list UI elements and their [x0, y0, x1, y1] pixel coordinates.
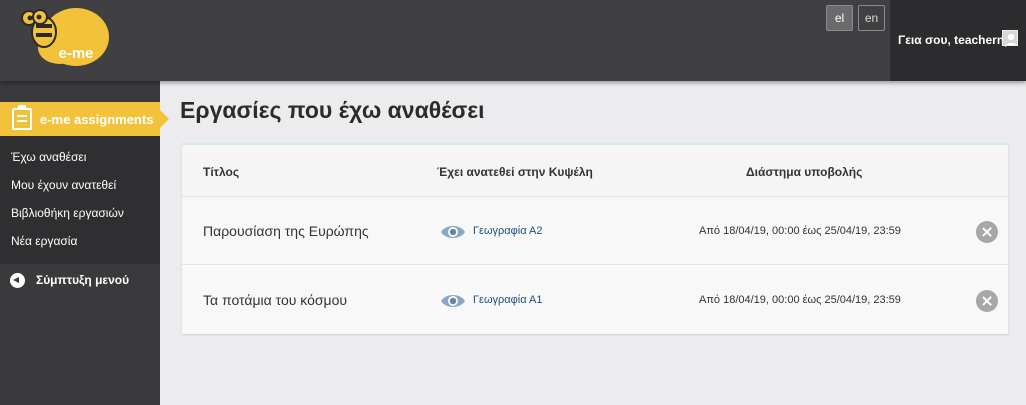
sidebar-item-new-assignment[interactable]: Νέα εργασία: [11, 234, 77, 248]
column-header-title[interactable]: Τίτλος: [203, 165, 239, 179]
collapse-menu-label: Σύμπτυξη μενού: [36, 273, 130, 287]
language-en-button[interactable]: en: [858, 5, 885, 31]
sidebar-item-assigned-by-me[interactable]: Έχω αναθέσει: [11, 150, 86, 164]
assigned-class-link[interactable]: Γεωγραφία Α1: [473, 294, 543, 306]
page-title: Εργασίες που έχω αναθέσει: [180, 97, 485, 123]
user-menu[interactable]: Γεια σου, teachernp: [890, 0, 1026, 81]
avatar[interactable]: [1002, 30, 1018, 46]
user-icon: [1005, 33, 1017, 45]
eye-icon[interactable]: [440, 224, 466, 240]
assignment-title[interactable]: Παρουσίαση της Ευρώπης: [203, 223, 369, 239]
sidebar-title: e-me assignments: [40, 111, 154, 127]
e-me-logo[interactable]: e-me: [14, 4, 112, 70]
table-row[interactable]: Παρουσίαση της Ευρώπης Γεωγραφία Α2 Από …: [182, 197, 1008, 265]
column-header-period[interactable]: Διάστημα υποβολής: [746, 165, 862, 179]
logo-text: e-me: [58, 45, 93, 62]
submission-period: Από 18/04/19, 00:00 έως 25/04/19, 23:59: [699, 225, 901, 237]
language-el-button[interactable]: el: [826, 5, 853, 31]
sidebar-menu: Έχω αναθέσει Μου έχουν ανατεθεί Βιβλιοθή…: [0, 136, 160, 264]
delete-icon[interactable]: [976, 221, 998, 243]
clipboard-icon: [12, 105, 32, 130]
table-row[interactable]: Τα ποτάμια του κόσμου Γεωγραφία Α1 Από 1…: [182, 266, 1008, 334]
table-header: Τίτλος Έχει ανατεθεί στην Κυψέλη Διάστημ…: [182, 145, 1008, 197]
sidebar-item-assigned-to-me[interactable]: Μου έχουν ανατεθεί: [11, 178, 116, 192]
assignments-table: Τίτλος Έχει ανατεθεί στην Κυψέλη Διάστημ…: [182, 143, 1008, 334]
column-header-class[interactable]: Έχει ανατεθεί στην Κυψέλη: [437, 165, 593, 179]
sidebar-header[interactable]: e-me assignments: [0, 102, 169, 136]
assigned-class-link[interactable]: Γεωγραφία Α2: [473, 225, 543, 237]
submission-period: Από 18/04/19, 00:00 έως 25/04/19, 23:59: [699, 294, 901, 306]
top-bar: e-me el en Γεια σου, teachernp: [0, 0, 1026, 81]
eye-icon[interactable]: [440, 293, 466, 309]
sidebar: e-me assignments Έχω αναθέσει Μου έχουν …: [0, 81, 169, 405]
assignment-title[interactable]: Τα ποτάμια του κόσμου: [203, 292, 347, 308]
delete-icon[interactable]: [976, 290, 998, 312]
sidebar-item-assignment-library[interactable]: Βιβλιοθήκη εργασιών: [11, 206, 124, 220]
chevron-left-icon: [10, 272, 25, 288]
collapse-menu-button[interactable]: Σύμπτυξη μενού: [0, 264, 160, 296]
user-greeting: Γεια σου, teachernp: [898, 33, 1012, 47]
